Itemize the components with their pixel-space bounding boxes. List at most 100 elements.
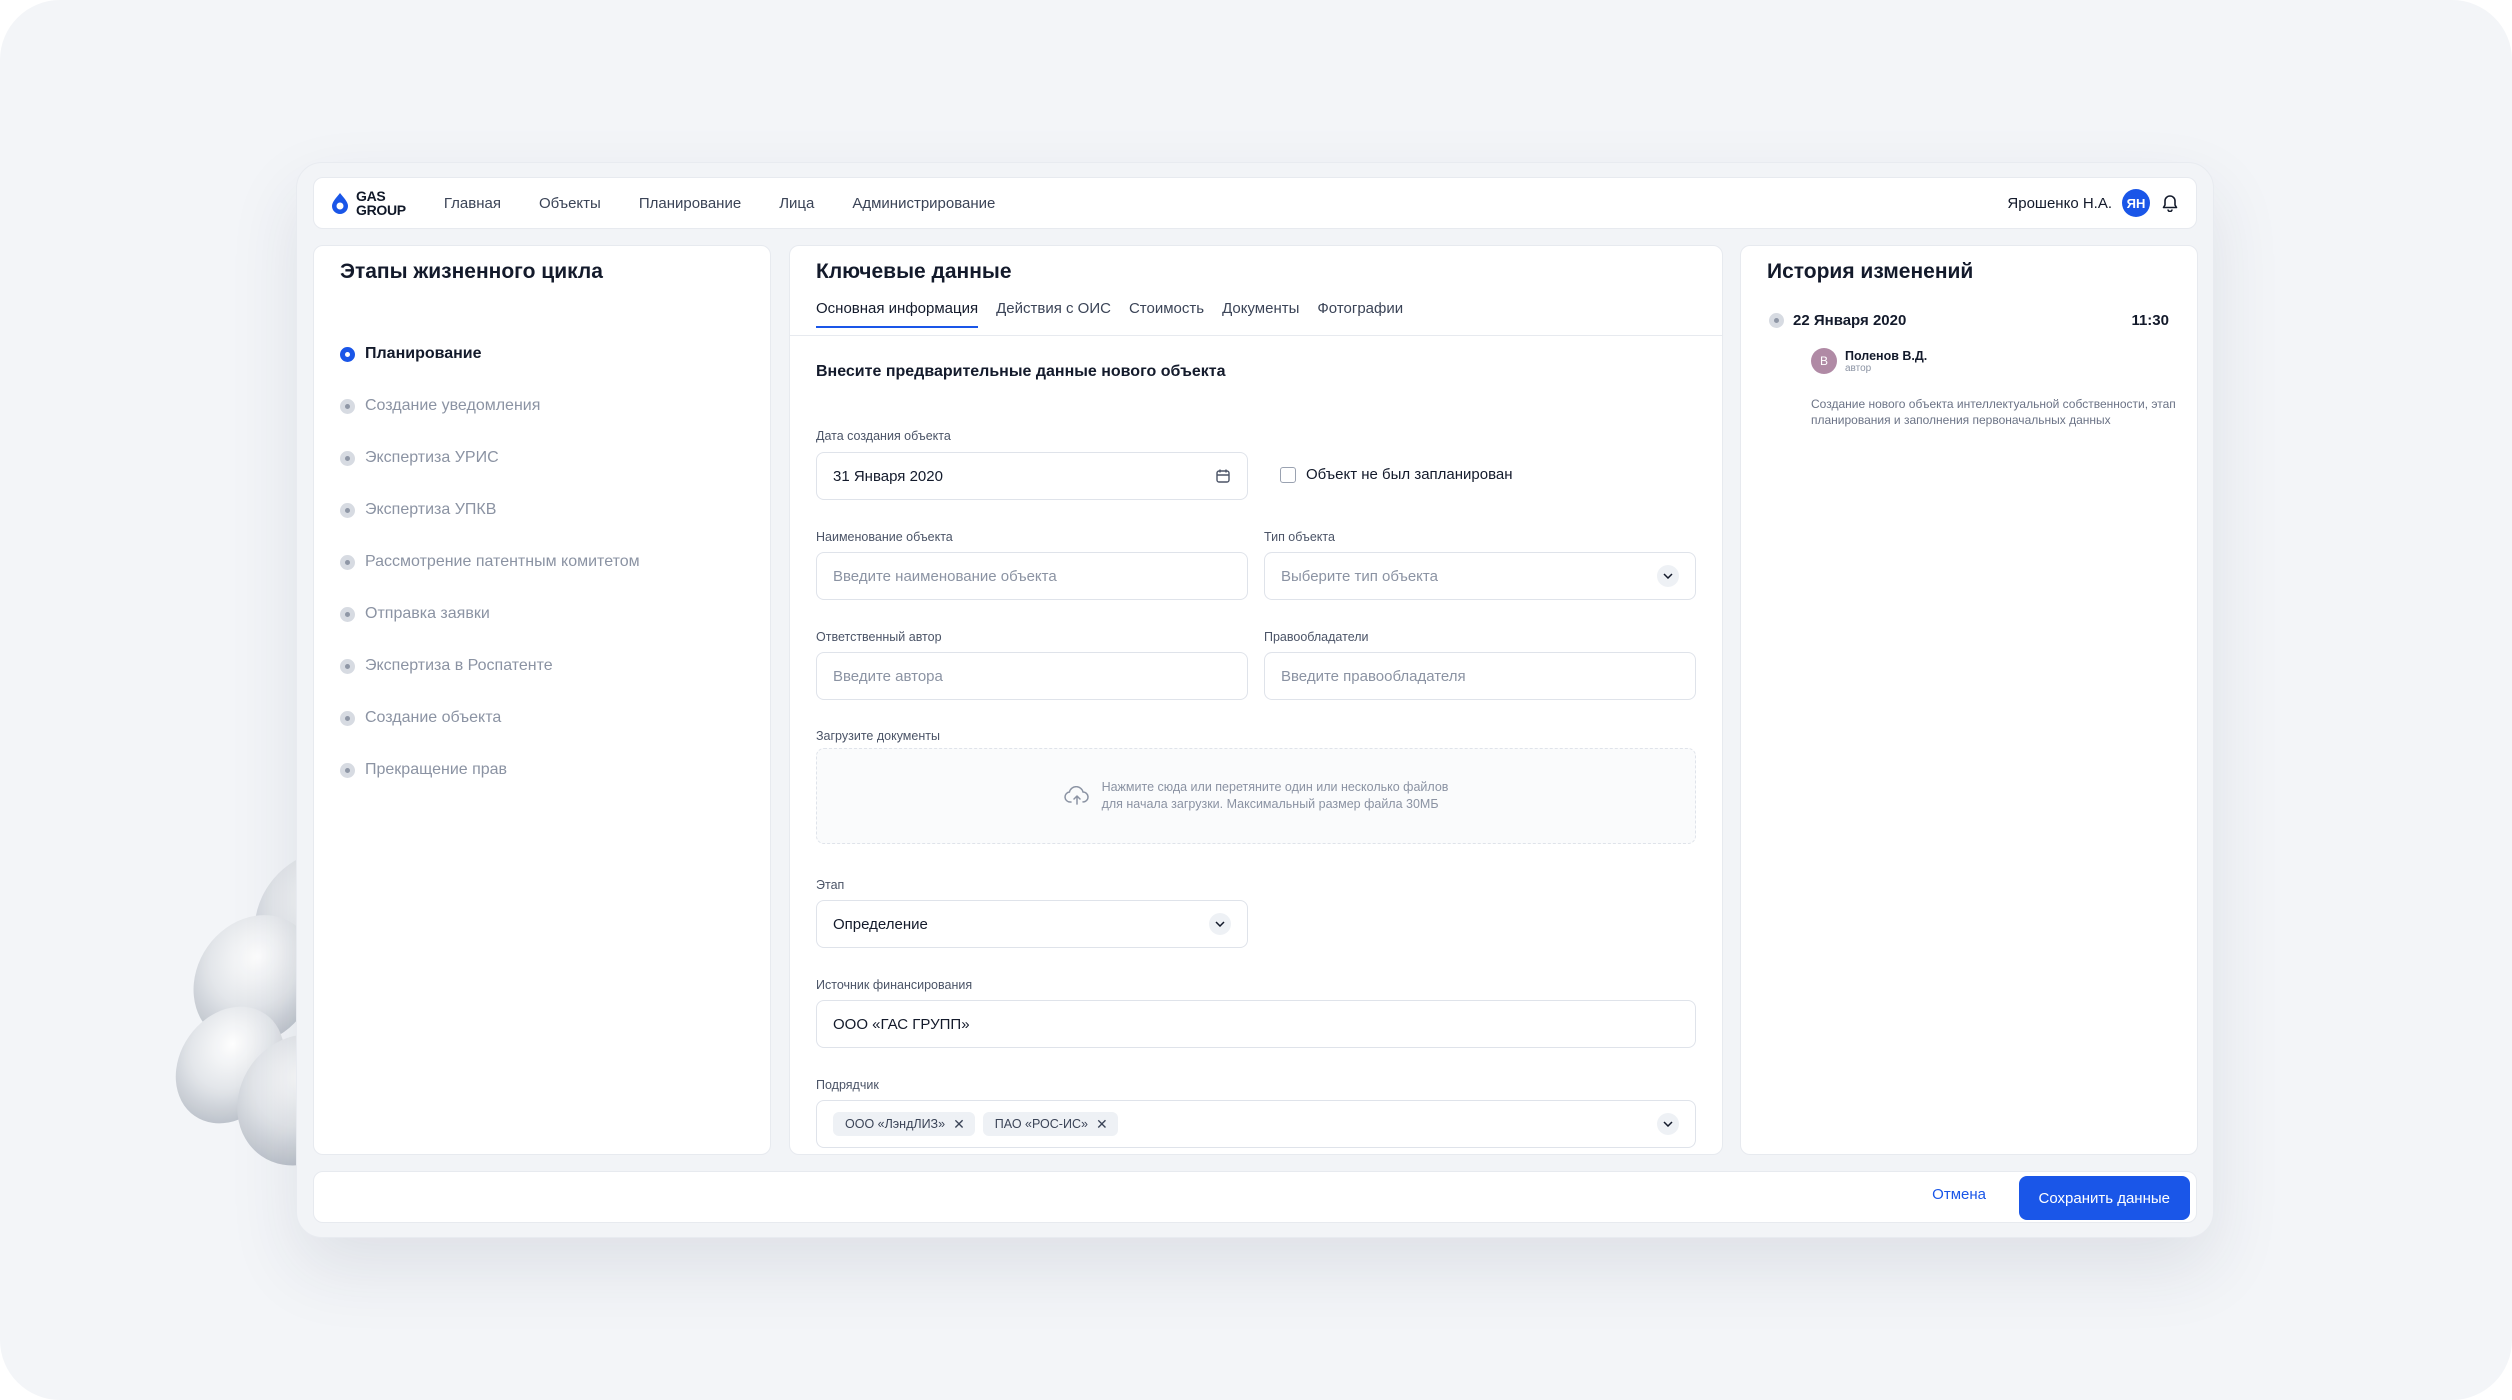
step-label: Отправка заявки (365, 605, 490, 622)
gas-group-logo-icon (332, 193, 348, 214)
step-rights-termination[interactable]: Прекращение прав (340, 744, 640, 796)
holders-label: Правообладатели (1264, 630, 1369, 644)
author-name: Поленов В.Д. (1845, 348, 1928, 363)
not-planned-label: Объект не был запланирован (1306, 466, 1513, 483)
object-type-label: Тип объекта (1264, 530, 1335, 544)
logo-line-2: GROUP (356, 202, 406, 218)
logo[interactable]: GAS GROUP (330, 189, 406, 217)
author-label: Ответственный автор (816, 630, 942, 644)
history-author: В Поленов В.Д. автор (1811, 348, 1927, 374)
step-dot-icon (340, 762, 355, 778)
creation-date-value: 31 Января 2020 (833, 467, 943, 485)
nav-item-planning[interactable]: Планирование (639, 195, 741, 212)
logo-text: GAS GROUP (356, 189, 406, 217)
history-description: Создание нового объекта интеллектуальной… (1811, 397, 2176, 427)
remove-chip-icon[interactable]: ✕ (953, 1117, 965, 1131)
step-dot-icon (340, 450, 355, 466)
step-dot-icon (340, 710, 355, 726)
calendar-icon[interactable] (1215, 468, 1231, 484)
step-uris-expertise[interactable]: Экспертиза УРИС (340, 432, 640, 484)
step-label: Создание уведомления (365, 397, 541, 414)
stage-value: Определение (833, 915, 928, 933)
author-input[interactable]: Введите автора (816, 652, 1248, 700)
object-type-placeholder: Выберите тип объекта (1281, 567, 1438, 585)
step-dot-icon (340, 658, 355, 674)
key-data-tabs: Основная информация Действия с ОИС Стоим… (816, 300, 1403, 328)
step-notification[interactable]: Создание уведомления (340, 380, 640, 432)
step-patent-committee[interactable]: Рассмотрение патентным комитетом (340, 536, 640, 588)
step-upkv-expertise[interactable]: Экспертиза УПКВ (340, 484, 640, 536)
step-dot-icon (340, 502, 355, 518)
app-window: GAS GROUP Главная Объекты Планирование Л… (296, 162, 2214, 1238)
author-avatar: В (1811, 348, 1837, 374)
save-button[interactable]: Сохранить данные (2018, 1176, 2190, 1220)
chip-label: ПАО «РОС-ИС» (994, 1117, 1088, 1131)
object-type-select[interactable]: Выберите тип объекта (1264, 552, 1696, 600)
creation-date-label: Дата создания объекта (816, 429, 951, 443)
user-avatar[interactable]: ЯН (2122, 189, 2150, 217)
tabs-divider (790, 335, 1722, 336)
nav-item-persons[interactable]: Лица (779, 195, 814, 212)
not-planned-checkbox-row[interactable]: Объект не был запланирован (1280, 466, 1513, 483)
not-planned-checkbox[interactable] (1280, 466, 1296, 483)
nav-item-home[interactable]: Главная (444, 195, 501, 212)
form-subtitle: Внесите предварительные данные нового об… (816, 363, 1226, 380)
step-planning[interactable]: Планирование (340, 328, 640, 380)
step-object-creation[interactable]: Создание объекта (340, 692, 640, 744)
contractor-label: Подрядчик (816, 1078, 879, 1092)
cancel-button[interactable]: Отмена (1932, 1186, 1986, 1203)
nav-item-objects[interactable]: Объекты (539, 195, 601, 212)
top-navigation-bar: GAS GROUP Главная Объекты Планирование Л… (313, 177, 2197, 229)
step-send-application[interactable]: Отправка заявки (340, 588, 640, 640)
creation-date-field[interactable]: 31 Января 2020 (816, 452, 1248, 500)
upload-dropzone[interactable]: Нажмите сюда или перетяните один или нес… (816, 748, 1696, 844)
funding-input[interactable]: ООО «ГАС ГРУПП» (816, 1000, 1696, 1048)
object-name-input[interactable]: Введите наименование объекта (816, 552, 1248, 600)
chevron-down-icon[interactable] (1657, 565, 1679, 587)
lifecycle-title: Этапы жизненного цикла (340, 260, 603, 283)
upload-hint-line-2: для начала загрузки. Максимальный размер… (1101, 797, 1439, 811)
step-label: Экспертиза УПКВ (365, 501, 497, 518)
contractor-chip: ПАО «РОС-ИС» ✕ (982, 1112, 1118, 1136)
step-label: Создание объекта (365, 709, 502, 726)
chevron-down-icon[interactable] (1657, 1113, 1679, 1135)
author-role: автор (1845, 362, 1872, 374)
main-nav: Главная Объекты Планирование Лица Админи… (444, 195, 996, 212)
history-entry-header: 22 Января 2020 11:30 (1769, 312, 2169, 329)
stage-label: Этап (816, 878, 845, 892)
step-label: Экспертиза УРИС (365, 449, 499, 466)
step-dot-icon (340, 554, 355, 570)
upload-cloud-icon (1063, 786, 1089, 805)
step-label: Прекращение прав (365, 761, 508, 778)
step-rospatent-expertise[interactable]: Экспертиза в Роспатенте (340, 640, 640, 692)
tab-photos[interactable]: Фотографии (1317, 300, 1403, 328)
logo-line-1: GAS (356, 188, 386, 204)
history-panel: История изменений 22 Января 2020 11:30 В… (1740, 245, 2198, 1155)
lifecycle-steps: Планирование Создание уведомления Экспер… (340, 328, 640, 796)
footer-bar: Отмена Сохранить данные (313, 1171, 2197, 1223)
tab-main-info[interactable]: Основная информация (816, 300, 979, 328)
tab-cost[interactable]: Стоимость (1129, 300, 1204, 328)
upload-hint-line-1: Нажмите сюда или перетяните один или нес… (1101, 780, 1449, 794)
user-name[interactable]: Ярошенко Н.А. (2007, 195, 2112, 212)
key-data-panel: Ключевые данные Основная информация Дейс… (789, 245, 1723, 1155)
contractor-multiselect[interactable]: ООО «ЛэндЛИЗ» ✕ ПАО «РОС-ИС» ✕ (816, 1100, 1696, 1148)
remove-chip-icon[interactable]: ✕ (1096, 1117, 1108, 1131)
history-dot-icon (1769, 313, 1784, 328)
chevron-down-icon[interactable] (1209, 913, 1231, 935)
screen-background: GAS GROUP Главная Объекты Планирование Л… (0, 0, 2512, 1400)
holders-input[interactable]: Введите правообладателя (1264, 652, 1696, 700)
notification-bell-icon[interactable] (2160, 193, 2180, 213)
step-dot-icon (340, 346, 355, 362)
upload-hint: Нажмите сюда или перетяните один или нес… (1102, 779, 1449, 813)
history-date: 22 Января 2020 (1793, 312, 1907, 329)
nav-item-administration[interactable]: Администрирование (852, 195, 995, 212)
step-dot-icon (340, 606, 355, 622)
history-title: История изменений (1767, 260, 1974, 283)
stage-select[interactable]: Определение (816, 900, 1248, 948)
contractor-chip: ООО «ЛэндЛИЗ» ✕ (833, 1112, 975, 1136)
author-info: Поленов В.Д. автор (1845, 349, 1927, 374)
tab-documents[interactable]: Документы (1222, 300, 1299, 328)
chip-label: ООО «ЛэндЛИЗ» (845, 1117, 946, 1131)
tab-ois-actions[interactable]: Действия с ОИС (996, 300, 1111, 328)
